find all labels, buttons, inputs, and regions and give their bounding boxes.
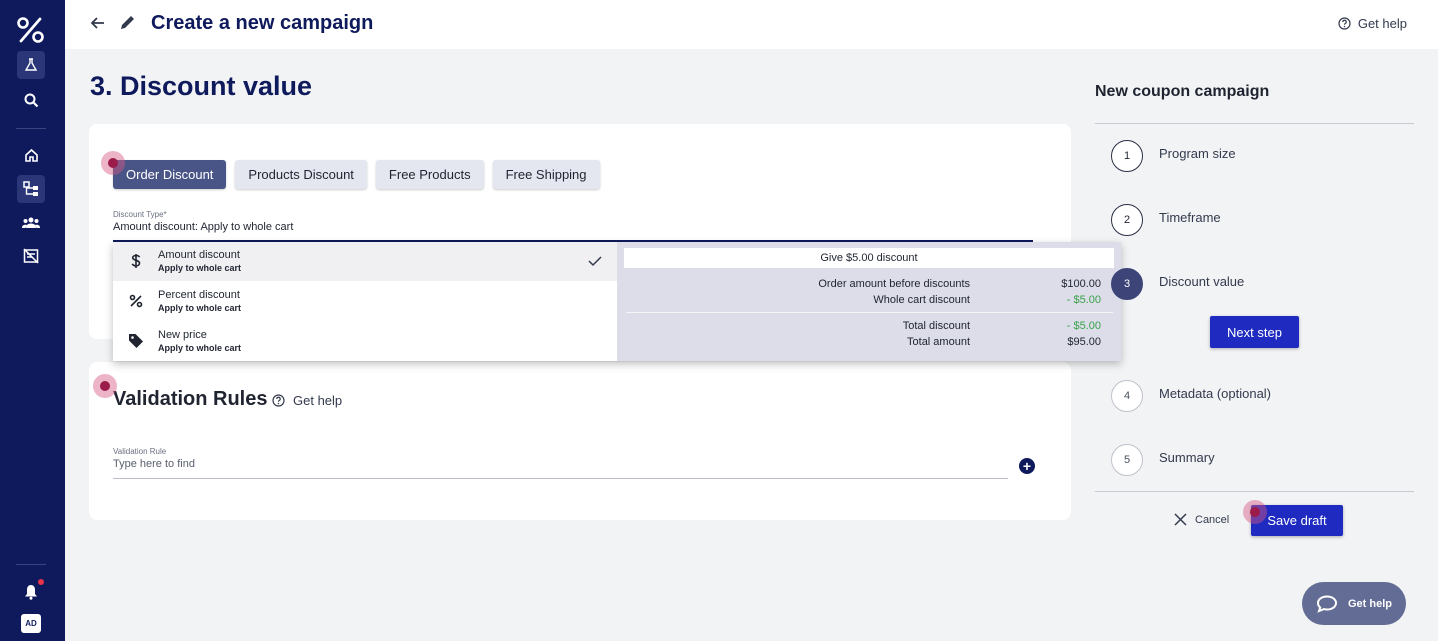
avatar[interactable]: AD bbox=[21, 614, 41, 633]
validation-rule-label: Validation Rule bbox=[113, 447, 167, 456]
distributions-icon[interactable] bbox=[17, 242, 45, 270]
tab-products-discount[interactable]: Products Discount bbox=[235, 160, 367, 189]
top-bar: Create a new campaign Get help bbox=[65, 0, 1438, 49]
validation-help-label: Get help bbox=[293, 393, 343, 408]
discount-type-label: Discount Type* bbox=[113, 210, 167, 219]
home-icon[interactable] bbox=[17, 141, 45, 169]
cancel-button[interactable]: Cancel bbox=[1174, 513, 1229, 526]
section-title: 3. Discount value bbox=[90, 71, 313, 101]
option-new-price[interactable]: New price Apply to whole cart bbox=[113, 322, 617, 361]
customers-icon[interactable] bbox=[17, 209, 45, 237]
page-title: Create a new campaign bbox=[151, 12, 374, 34]
header-help-label: Get help bbox=[1357, 16, 1407, 31]
chat-bubble-icon bbox=[1316, 594, 1338, 613]
tab-order-discount[interactable]: Order Discount bbox=[113, 160, 227, 189]
option-subtitle: Apply to whole cart bbox=[158, 343, 242, 353]
close-icon bbox=[1174, 513, 1187, 526]
preview-row-label: Total discount bbox=[902, 320, 970, 332]
validation-title: Validation Rules bbox=[113, 388, 268, 410]
option-subtitle: Apply to whole cart bbox=[158, 303, 242, 313]
preview-row-label: Total amount bbox=[907, 336, 970, 348]
discount-option-list: Amount discount Apply to whole cart Perc… bbox=[113, 242, 617, 361]
campaigns-icon[interactable] bbox=[17, 175, 45, 203]
option-subtitle: Apply to whole cart bbox=[158, 263, 242, 273]
step-5-circle[interactable]: 5 bbox=[1111, 444, 1143, 476]
preview-divider bbox=[626, 312, 1113, 313]
preview-row-value: - $5.00 bbox=[1066, 320, 1101, 332]
option-percent-discount[interactable]: Percent discount Apply to whole cart bbox=[113, 282, 617, 321]
tag-icon bbox=[127, 332, 145, 350]
option-title: Amount discount bbox=[158, 249, 240, 261]
add-rule-button[interactable]: + bbox=[1019, 458, 1035, 474]
step-1-circle[interactable]: 1 bbox=[1111, 140, 1143, 172]
option-title: New price bbox=[158, 329, 207, 341]
help-circle-icon bbox=[1338, 17, 1351, 30]
sidebar: AD bbox=[0, 0, 65, 641]
discount-type-select[interactable]: Amount discount: Apply to whole cart bbox=[113, 221, 293, 233]
step-5-label[interactable]: Summary bbox=[1159, 450, 1215, 465]
preview-row-label: Whole cart discount bbox=[873, 294, 970, 306]
panel-divider bbox=[1095, 123, 1414, 124]
step-3-label[interactable]: Discount value bbox=[1159, 274, 1244, 289]
step-4-circle[interactable]: 4 bbox=[1111, 380, 1143, 412]
help-chat-button[interactable]: Get help bbox=[1302, 582, 1406, 625]
preview-row-label: Order amount before discounts bbox=[818, 278, 970, 290]
help-circle-icon bbox=[272, 394, 285, 407]
click-marker bbox=[93, 374, 117, 398]
preview-heading: Give $5.00 discount bbox=[624, 248, 1114, 268]
logo-icon[interactable] bbox=[15, 14, 47, 46]
click-marker bbox=[101, 151, 125, 175]
search-icon[interactable] bbox=[17, 86, 45, 114]
sidebar-divider bbox=[16, 564, 46, 565]
panel-title: New coupon campaign bbox=[1095, 83, 1270, 100]
panel-divider bbox=[1095, 491, 1414, 492]
lab-icon[interactable] bbox=[17, 51, 45, 79]
back-arrow-icon[interactable] bbox=[89, 14, 107, 37]
preview-row-value: $100.00 bbox=[1061, 278, 1101, 290]
step-1-label[interactable]: Program size bbox=[1159, 146, 1236, 161]
discount-tabs: Order Discount Products Discount Free Pr… bbox=[113, 160, 600, 189]
step-3-circle[interactable]: 3 bbox=[1111, 268, 1143, 300]
check-icon bbox=[588, 254, 602, 272]
option-amount-discount[interactable]: Amount discount Apply to whole cart bbox=[113, 242, 617, 281]
validation-help-link[interactable]: Get help bbox=[272, 393, 342, 408]
step-2-label[interactable]: Timeframe bbox=[1159, 210, 1221, 225]
validation-rule-underline bbox=[113, 478, 1008, 479]
notification-badge bbox=[38, 579, 44, 585]
header-help-link[interactable]: Get help bbox=[1338, 16, 1407, 31]
preview-row-value: - $5.00 bbox=[1066, 294, 1101, 306]
step-2-circle[interactable]: 2 bbox=[1111, 204, 1143, 236]
step-4-label[interactable]: Metadata (optional) bbox=[1159, 386, 1271, 401]
validation-card: Validation Rules Get help Validation Rul… bbox=[89, 362, 1071, 520]
pencil-icon[interactable] bbox=[119, 13, 137, 36]
cancel-label: Cancel bbox=[1195, 513, 1230, 526]
discount-preview: Give $5.00 discount Order amount before … bbox=[617, 242, 1121, 361]
next-step-button[interactable]: Next step bbox=[1210, 316, 1299, 348]
dollar-icon bbox=[127, 252, 145, 270]
tab-free-shipping[interactable]: Free Shipping bbox=[492, 160, 600, 189]
discount-type-dropdown: Amount discount Apply to whole cart Perc… bbox=[113, 242, 1121, 361]
preview-row-value: $95.00 bbox=[1067, 336, 1101, 348]
option-title: Percent discount bbox=[158, 289, 240, 301]
plus-icon: + bbox=[1022, 458, 1032, 474]
percent-icon bbox=[127, 292, 145, 310]
tab-free-products[interactable]: Free Products bbox=[375, 160, 484, 189]
click-marker bbox=[1243, 500, 1267, 524]
sidebar-divider bbox=[16, 128, 46, 129]
validation-rule-input[interactable]: Type here to find bbox=[113, 458, 195, 470]
help-chat-label: Get help bbox=[1348, 597, 1393, 610]
